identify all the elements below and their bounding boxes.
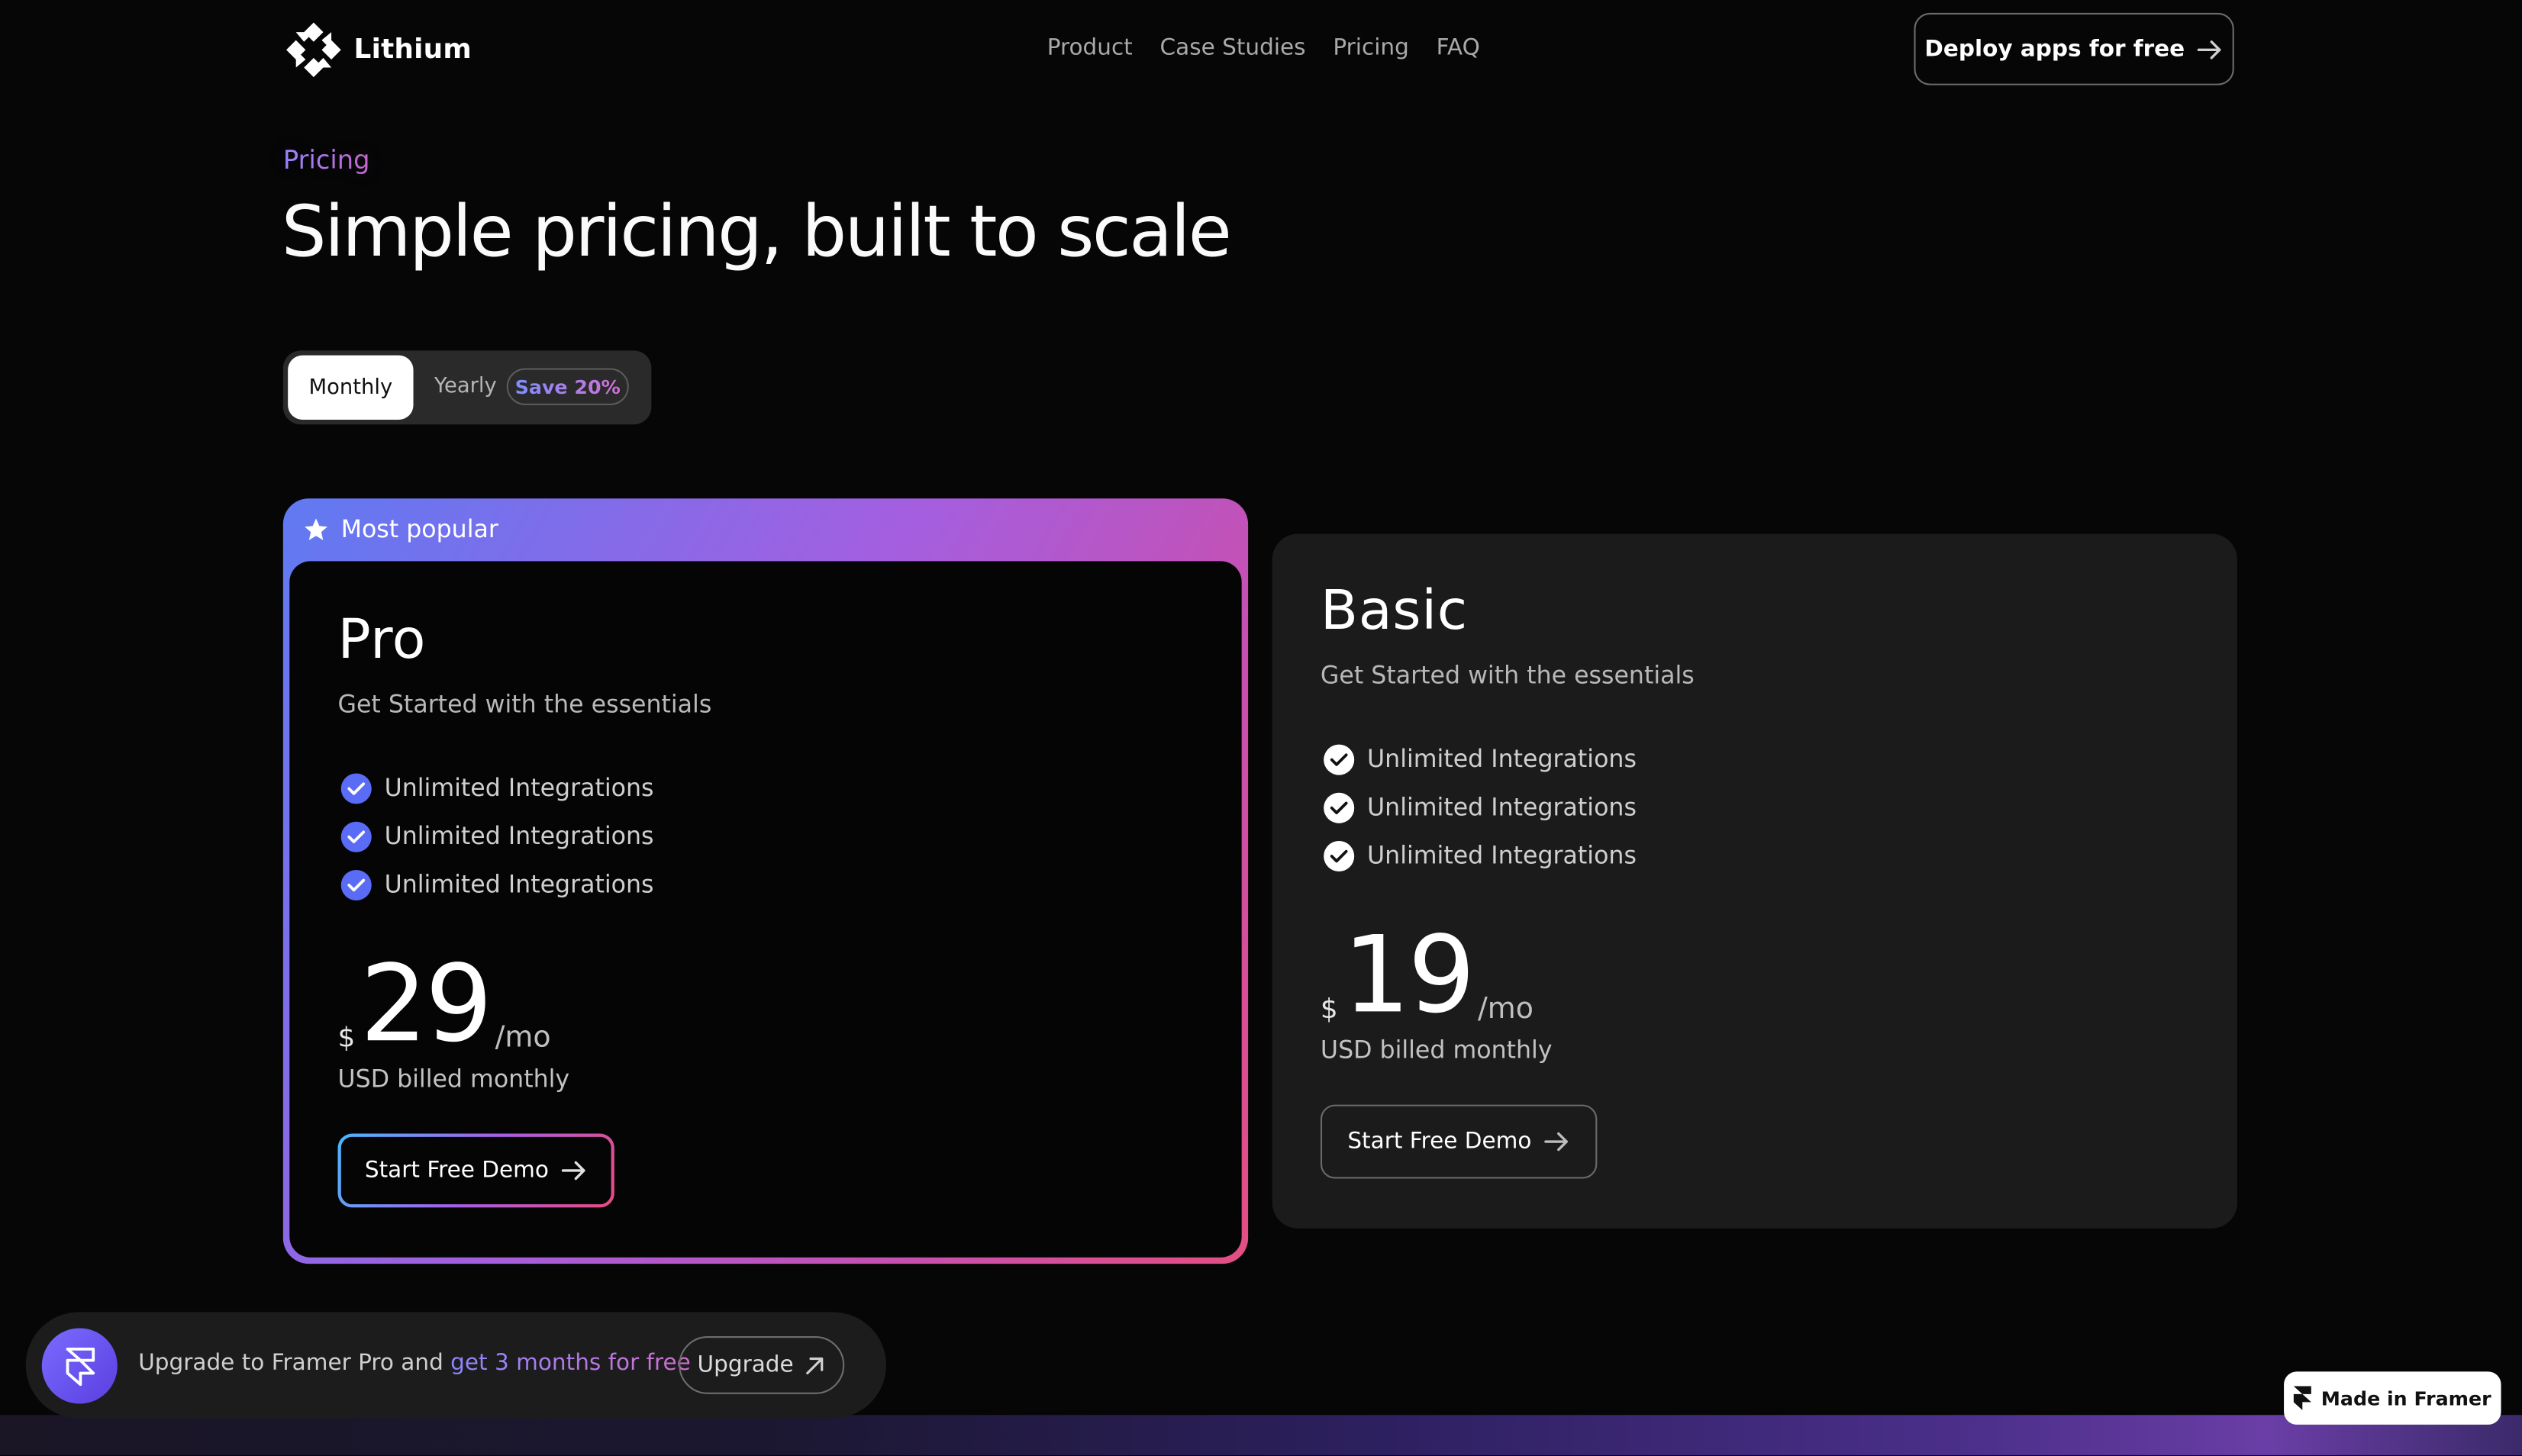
check-circle-icon: [340, 772, 372, 804]
arrow-up-right-icon: [807, 1356, 824, 1374]
pro-billing-note: USD billed monthly: [337, 1064, 570, 1094]
pro-start-demo-label: Start Free Demo: [364, 1158, 549, 1184]
upgrade-button[interactable]: Upgrade: [679, 1336, 845, 1394]
toggle-yearly[interactable]: Yearly: [434, 375, 497, 399]
basic-feature-label: Unlimited Integrations: [1367, 744, 1637, 774]
framer-logo-icon: [41, 1328, 118, 1404]
deploy-apps-button[interactable]: Deploy apps for free: [1914, 12, 2234, 85]
basic-feature-item: Unlimited Integrations: [1324, 831, 1637, 879]
check-circle-icon: [1324, 791, 1355, 823]
pro-price: $ 29 /mo: [337, 942, 551, 1067]
pro-price-period: /mo: [495, 1021, 551, 1055]
nav-link-product[interactable]: Product: [1047, 35, 1133, 61]
made-in-framer-badge[interactable]: Made in Framer: [2284, 1371, 2501, 1425]
main-nav: Product Case Studies Pricing FAQ: [1047, 35, 1480, 61]
basic-feature-list: Unlimited Integrations Unlimited Integra…: [1324, 735, 1637, 880]
basic-price-period: /mo: [1478, 992, 1534, 1026]
arrow-right-icon: [2198, 40, 2222, 59]
nav-link-case-studies[interactable]: Case Studies: [1160, 35, 1306, 61]
basic-plan-name: Basic: [1320, 578, 1468, 643]
basic-price-amount: 19: [1343, 913, 1475, 1038]
basic-price: $ 19 /mo: [1320, 913, 1534, 1038]
arrow-right-icon: [562, 1161, 585, 1181]
pro-plan-name: Pro: [337, 607, 427, 672]
framer-upgrade-bar: Upgrade to Framer Pro and get 3 months f…: [25, 1312, 887, 1419]
nav-link-faq[interactable]: FAQ: [1437, 35, 1480, 61]
basic-plan-subtitle: Get Started with the essentials: [1320, 661, 1695, 690]
pro-currency: $: [337, 1023, 356, 1055]
basic-start-demo-button[interactable]: Start Free Demo: [1320, 1104, 1598, 1179]
check-circle-icon: [340, 868, 372, 900]
pro-feature-item: Unlimited Integrations: [340, 764, 654, 812]
nav-link-pricing[interactable]: Pricing: [1333, 35, 1408, 61]
toggle-monthly[interactable]: Monthly: [288, 355, 414, 420]
most-popular-banner: Most popular: [302, 514, 498, 543]
page-title: Simple pricing, built to scale: [281, 191, 1232, 274]
basic-feature-label: Unlimited Integrations: [1367, 792, 1637, 822]
star-icon: [305, 517, 327, 540]
made-in-framer-label: Made in Framer: [2320, 1387, 2491, 1409]
upgrade-offer-link[interactable]: get 3 months for free: [450, 1351, 691, 1377]
brand-logo[interactable]: Lithium: [286, 22, 472, 78]
pro-feature-label: Unlimited Integrations: [384, 869, 654, 899]
check-circle-icon: [1324, 839, 1355, 871]
pro-feature-item: Unlimited Integrations: [340, 812, 654, 860]
pro-feature-item: Unlimited Integrations: [340, 860, 654, 908]
deploy-apps-label: Deploy apps for free: [1924, 36, 2185, 63]
basic-feature-item: Unlimited Integrations: [1324, 783, 1637, 831]
framer-icon: [2293, 1386, 2312, 1410]
save-badge: Save 20%: [506, 368, 629, 405]
check-circle-icon: [1324, 743, 1355, 775]
pro-plan-subtitle: Get Started with the essentials: [337, 689, 712, 719]
save-badge-label: Save 20%: [514, 375, 621, 398]
upgrade-message-prefix: Upgrade to Framer Pro and: [138, 1350, 451, 1377]
pro-price-amount: 29: [360, 942, 493, 1067]
basic-currency: $: [1320, 994, 1338, 1026]
basic-start-demo-label: Start Free Demo: [1347, 1129, 1532, 1155]
basic-feature-label: Unlimited Integrations: [1367, 841, 1637, 870]
upgrade-message: Upgrade to Framer Pro and get 3 months f…: [138, 1351, 691, 1377]
basic-feature-item: Unlimited Integrations: [1324, 735, 1637, 783]
most-popular-label: Most popular: [340, 514, 498, 544]
brand-name: Lithium: [353, 34, 472, 66]
section-eyebrow: Pricing: [282, 144, 370, 176]
pro-feature-list: Unlimited Integrations Unlimited Integra…: [340, 764, 654, 909]
pro-start-demo-button[interactable]: Start Free Demo: [337, 1134, 614, 1208]
upgrade-button-label: Upgrade: [697, 1352, 794, 1378]
arrow-right-icon: [1544, 1132, 1569, 1152]
pro-feature-label: Unlimited Integrations: [384, 773, 654, 803]
bottom-gradient-glow: [0, 1415, 2522, 1455]
lithium-logo-icon: [286, 22, 341, 78]
check-circle-icon: [340, 820, 372, 852]
basic-billing-note: USD billed monthly: [1320, 1035, 1553, 1065]
pro-feature-label: Unlimited Integrations: [384, 821, 654, 851]
